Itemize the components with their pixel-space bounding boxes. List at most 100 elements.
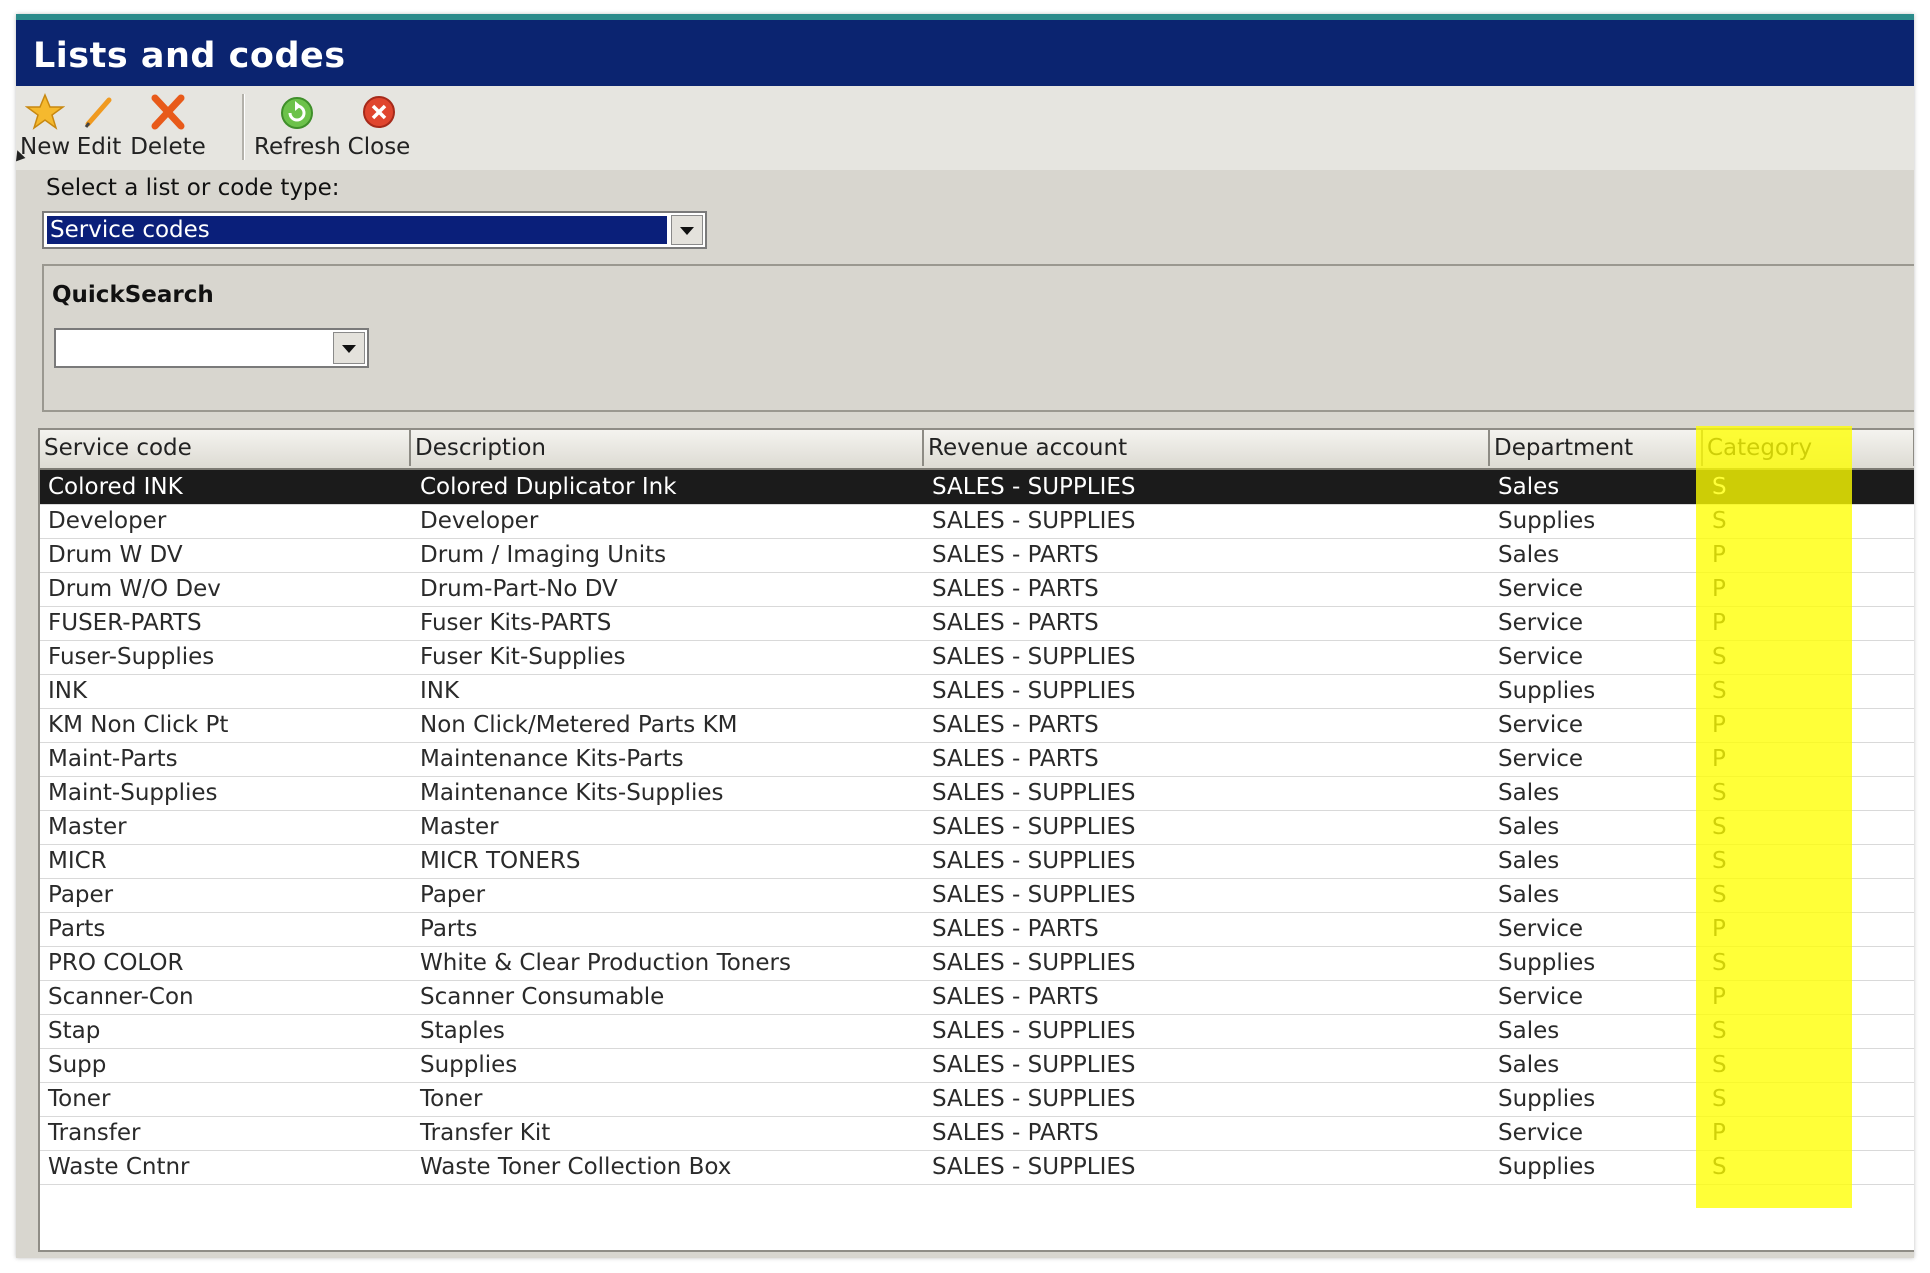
column-header-department[interactable]: Department	[1490, 430, 1703, 466]
quicksearch-title: QuickSearch	[52, 282, 214, 308]
table-row[interactable]: Stap Staples SALES - SUPPLIES Sales S	[40, 1014, 1914, 1049]
table-row[interactable]: Fuser-Supplies Fuser Kit-Supplies SALES - …	[40, 640, 1914, 675]
table-row[interactable]: Toner Toner SALES - SUPPLIES Supplies S	[40, 1082, 1914, 1117]
table-row[interactable]: INK INK SALES - SUPPLIES Supplies S	[40, 674, 1914, 709]
table-row[interactable]: Waste Cntnr Waste Toner Collection Box SAL…	[40, 1150, 1914, 1185]
cell-category: S	[1712, 1018, 1727, 1044]
cell-revenue-account: SALES - SUPPLIES	[932, 678, 1136, 704]
delete-button[interactable]: Delete	[128, 92, 208, 166]
cell-category: S	[1712, 678, 1727, 704]
cell-department: Service	[1498, 576, 1584, 602]
cell-description: White & Clear Production Toners	[420, 950, 791, 976]
cell-description: Waste Toner Collection Box	[420, 1154, 732, 1180]
close-icon	[363, 96, 395, 128]
table-row[interactable]: Colored INK Colored Duplicator Ink SALES -…	[40, 470, 1914, 505]
table-row[interactable]: Maint-Parts Maintenance Kits-Parts SALES -…	[40, 742, 1914, 777]
table-row[interactable]: FUSER-PARTS Fuser Kits-PARTS SALES - PARTS…	[40, 606, 1914, 641]
refresh-icon	[281, 97, 313, 129]
table-row[interactable]: Paper Paper SALES - SUPPLIES Sales S	[40, 878, 1914, 913]
edit-button[interactable]: Edit	[74, 92, 124, 166]
cell-revenue-account: SALES - SUPPLIES	[932, 474, 1136, 500]
service-codes-table: Service code Description Revenue account…	[38, 428, 1914, 1252]
cell-service-code: Scanner-Con	[48, 984, 194, 1010]
refresh-button[interactable]: Refresh	[254, 92, 341, 166]
cell-revenue-account: SALES - SUPPLIES	[932, 814, 1136, 840]
cell-category: P	[1712, 712, 1726, 738]
new-button[interactable]: New	[20, 92, 70, 166]
cell-category: P	[1712, 984, 1726, 1010]
cell-category: S	[1712, 644, 1727, 670]
cell-service-code: Parts	[48, 916, 106, 942]
cell-revenue-account: SALES - SUPPLIES	[932, 780, 1136, 806]
cell-service-code: INK	[48, 678, 88, 704]
cell-department: Service	[1498, 1120, 1584, 1146]
table-row[interactable]: Master Master SALES - SUPPLIES Sales S	[40, 810, 1914, 845]
cell-service-code: Paper	[48, 882, 114, 908]
code-type-value: Service codes	[47, 216, 667, 244]
cell-service-code: Transfer	[48, 1120, 141, 1146]
cell-department: Sales	[1498, 474, 1560, 500]
cell-revenue-account: SALES - SUPPLIES	[932, 508, 1136, 534]
table-row[interactable]: Scanner-Con Scanner Consumable SALES - PAR…	[40, 980, 1914, 1015]
table-row[interactable]: MICR MICR TONERS SALES - SUPPLIES Sales S	[40, 844, 1914, 879]
cell-revenue-account: SALES - PARTS	[932, 1120, 1099, 1146]
cell-category: P	[1712, 542, 1726, 568]
column-header-service-code[interactable]: Service code	[40, 430, 411, 466]
cell-category: S	[1712, 1154, 1727, 1180]
toolbar: New Edit Delete Refresh Close	[16, 86, 1914, 170]
close-button[interactable]: Close	[346, 92, 412, 166]
cell-revenue-account: SALES - PARTS	[932, 916, 1099, 942]
cell-description: Fuser Kits-PARTS	[420, 610, 612, 636]
quicksearch-select[interactable]	[54, 328, 369, 368]
cell-department: Sales	[1498, 780, 1560, 806]
cell-service-code: Developer	[48, 508, 167, 534]
cell-description: Scanner Consumable	[420, 984, 665, 1010]
cell-revenue-account: SALES - PARTS	[932, 610, 1099, 636]
table-row[interactable]: Supp Supplies SALES - SUPPLIES Sales S	[40, 1048, 1914, 1083]
table-row[interactable]: Transfer Transfer Kit SALES - PARTS Service…	[40, 1116, 1914, 1151]
delete-x-icon	[151, 94, 185, 130]
table-header: Service code Description Revenue account…	[40, 430, 1914, 470]
table-row[interactable]: KM Non Click Pt Non Click/Metered Parts K…	[40, 708, 1914, 743]
table-row[interactable]: Developer Developer SALES - SUPPLIES Suppli…	[40, 504, 1914, 539]
cell-category: S	[1712, 950, 1727, 976]
edit-label: Edit	[76, 134, 122, 160]
cell-service-code: Colored INK	[48, 474, 183, 500]
cell-revenue-account: SALES - PARTS	[932, 542, 1099, 568]
chevron-down-icon[interactable]	[671, 215, 703, 245]
cell-department: Supplies	[1498, 1154, 1596, 1180]
cell-department: Sales	[1498, 1018, 1560, 1044]
cell-revenue-account: SALES - SUPPLIES	[932, 882, 1136, 908]
cell-revenue-account: SALES - PARTS	[932, 712, 1099, 738]
column-header-revenue-account[interactable]: Revenue account	[924, 430, 1490, 466]
code-type-select[interactable]: Service codes	[42, 211, 707, 249]
cell-description: Supplies	[420, 1052, 518, 1078]
cell-revenue-account: SALES - PARTS	[932, 576, 1099, 602]
table-row[interactable]: PRO COLOR White & Clear Production Toners…	[40, 946, 1914, 981]
cell-revenue-account: SALES - SUPPLIES	[932, 848, 1136, 874]
column-header-description[interactable]: Description	[411, 430, 924, 466]
cell-category: S	[1712, 814, 1727, 840]
table-row[interactable]: Drum W DV Drum / Imaging Units SALES - PAR…	[40, 538, 1914, 573]
cell-description: Drum / Imaging Units	[420, 542, 667, 568]
cell-service-code: Drum W DV	[48, 542, 183, 568]
cell-category: S	[1712, 780, 1727, 806]
cell-description: Maintenance Kits-Supplies	[420, 780, 724, 806]
cell-description: INK	[420, 678, 460, 704]
table-row[interactable]: Drum W/O Dev Drum-Part-No DV SALES - PARTS…	[40, 572, 1914, 607]
cell-description: Paper	[420, 882, 486, 908]
cell-category: S	[1712, 508, 1727, 534]
status-bar	[38, 1252, 1914, 1258]
cell-category: P	[1712, 576, 1726, 602]
column-header-category[interactable]: Category	[1703, 430, 1914, 466]
cell-service-code: Maint-Parts	[48, 746, 178, 772]
cell-description: Maintenance Kits-Parts	[420, 746, 684, 772]
cell-revenue-account: SALES - SUPPLIES	[932, 950, 1136, 976]
lists-and-codes-window: Lists and codes New Edit Delete Refresh …	[16, 14, 1914, 1258]
table-row[interactable]: Maint-Supplies Maintenance Kits-Supplies S…	[40, 776, 1914, 811]
chevron-down-icon[interactable]	[333, 332, 365, 364]
cell-service-code: Toner	[48, 1086, 111, 1112]
cell-description: Toner	[420, 1086, 483, 1112]
table-row[interactable]: Parts Parts SALES - PARTS Service P	[40, 912, 1914, 947]
cell-service-code: FUSER-PARTS	[48, 610, 202, 636]
